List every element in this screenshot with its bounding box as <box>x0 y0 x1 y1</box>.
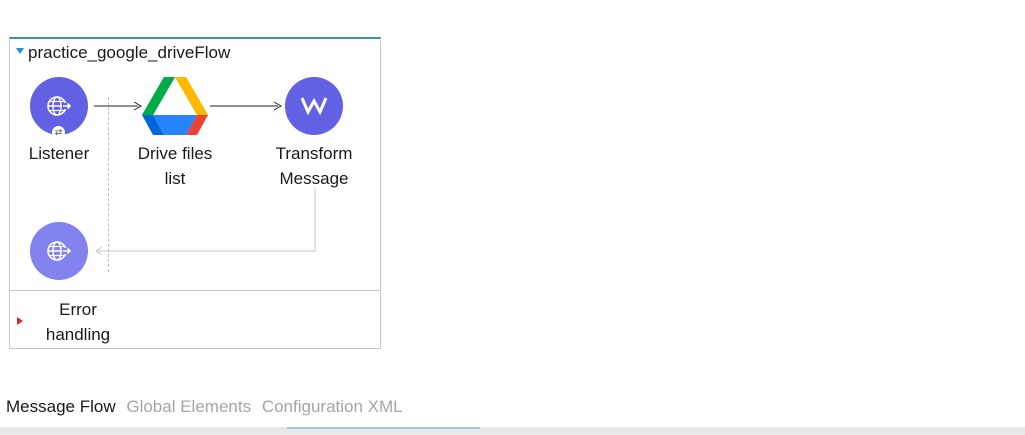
transform-message-node[interactable]: Transform Message <box>264 77 364 191</box>
transform-circle[interactable] <box>285 77 343 135</box>
editor-tabs: Message Flow Global Elements Configurati… <box>6 397 409 417</box>
error-handling-line1: Error <box>59 300 97 319</box>
error-handling-line2: handling <box>45 325 111 344</box>
connection-badge-icon: ⇄ <box>52 126 65 139</box>
listener-label: Listener <box>28 144 90 163</box>
tab-configuration-xml[interactable]: Configuration XML <box>262 397 403 417</box>
listener-circle[interactable]: ⇄ <box>30 77 88 139</box>
google-drive-icon <box>142 77 208 135</box>
tab-global-elements[interactable]: Global Elements <box>126 397 251 417</box>
horizontal-scrollbar[interactable] <box>0 427 1025 435</box>
http-globe-icon <box>47 96 72 116</box>
scrollbar-thumb[interactable] <box>287 427 480 429</box>
http-globe-icon <box>47 241 72 261</box>
transform-message-label: Transform Message <box>264 141 364 191</box>
flow-container[interactable]: practice_google_driveFlow ⇄ Listener Dri… <box>9 37 381 349</box>
canvas: practice_google_driveFlow ⇄ Listener Dri… <box>0 0 1025 435</box>
expand-triangle-icon[interactable] <box>17 317 23 325</box>
drive-files-list-label: Drive files list <box>125 141 225 191</box>
response-circle[interactable] <box>30 222 88 280</box>
drive-label-line1: Drive files <box>137 144 213 163</box>
transform-label-line2: Message <box>279 169 349 188</box>
drive-logo[interactable] <box>142 77 208 135</box>
tab-message-flow[interactable]: Message Flow <box>6 397 116 417</box>
listener-response-node[interactable] <box>9 222 109 280</box>
drive-label-line2: list <box>164 169 186 188</box>
flow-header[interactable]: practice_google_driveFlow <box>10 39 380 69</box>
listener-node[interactable]: ⇄ Listener <box>9 77 109 166</box>
drive-files-list-node[interactable]: Drive files list <box>125 77 225 191</box>
error-handling-section[interactable]: Error handling <box>38 297 118 347</box>
response-return-line <box>95 189 316 256</box>
transform-label-line1: Transform <box>275 144 353 163</box>
dataweave-icon <box>300 97 328 116</box>
collapse-triangle-icon[interactable] <box>16 48 24 54</box>
flow-title[interactable]: practice_google_driveFlow <box>28 43 230 63</box>
error-handling-separator <box>10 290 380 291</box>
